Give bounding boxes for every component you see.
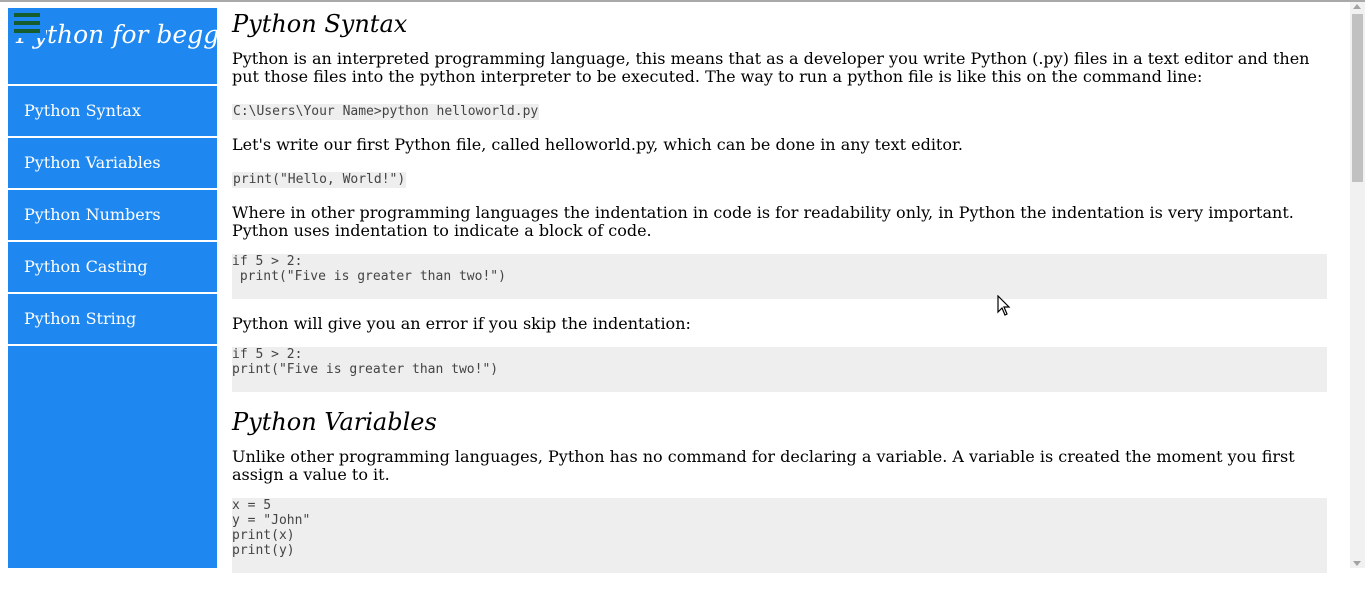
paragraph: Let's write our first Python file, calle…	[232, 135, 963, 154]
code-block: x = 5 y = "John" print(x) print(y)	[232, 498, 1327, 573]
sidebar-item-variables[interactable]: Python Variables	[8, 138, 217, 190]
mouse-pointer-icon	[997, 294, 1011, 321]
brand-title: Python for begginer	[16, 20, 271, 49]
code-block: if 5 > 2: print("Five is greater than tw…	[232, 254, 1327, 299]
scroll-down-arrow-icon[interactable]	[1353, 561, 1361, 566]
main-content: Python Syntax Python is an interpreted p…	[232, 6, 1327, 589]
sidebar-item-string[interactable]: Python String	[8, 294, 217, 346]
section-title-variables: Python Variables	[232, 408, 437, 436]
scroll-up-arrow-icon[interactable]	[1353, 4, 1361, 9]
paragraph: Where in other programming languages the…	[232, 203, 1294, 240]
scrollbar-thumb[interactable]	[1352, 14, 1363, 182]
code-snippet: C:\Users\Your Name>python helloworld.py	[232, 104, 540, 120]
menu-icon[interactable]	[8, 8, 46, 38]
sidebar-nav: Python Syntax Python Variables Python Nu…	[8, 84, 217, 346]
paragraph: Unlike other programming languages, Pyth…	[232, 447, 1295, 484]
sidebar-item-numbers[interactable]: Python Numbers	[8, 190, 217, 242]
code-block: if 5 > 2: print("Five is greater than tw…	[232, 347, 1327, 392]
paragraph: Python is an interpreted programming lan…	[232, 49, 1310, 86]
sidebar: Python for begginer Python Syntax Python…	[8, 8, 271, 568]
code-snippet: print("Hello, World!")	[232, 172, 407, 188]
menu-line	[14, 29, 40, 33]
sidebar-item-syntax[interactable]: Python Syntax	[8, 86, 217, 138]
vertical-scrollbar[interactable]	[1350, 2, 1365, 568]
sidebar-item-casting[interactable]: Python Casting	[8, 242, 217, 294]
menu-line	[14, 13, 40, 17]
section-title-syntax: Python Syntax	[232, 10, 408, 38]
paragraph: Python will give you an error if you ski…	[232, 314, 691, 333]
menu-line	[14, 21, 40, 25]
